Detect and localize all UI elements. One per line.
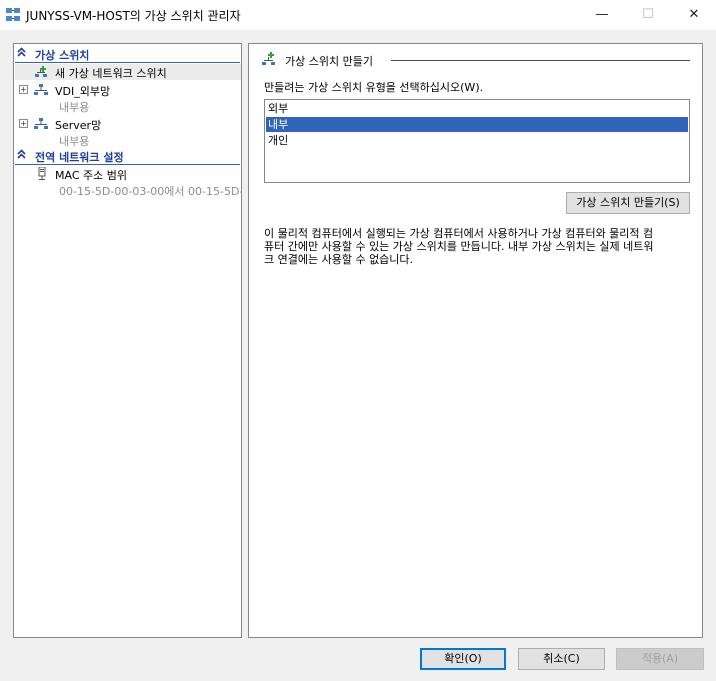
- window-title: JUNYSS-VM-HOST의 가상 스위치 관리자: [26, 9, 241, 23]
- switch-item-server[interactable]: + Server망 내부용: [15, 116, 241, 150]
- switch-type-description: 이 물리적 컴퓨터에서 실행되는 가상 컴퓨터에서 사용하거나 가상 컴퓨터와 …: [264, 227, 654, 266]
- switch-type: 내부용: [59, 135, 90, 148]
- mac-range-value: 00-15-5D-00-03-00에서 00-15-5D-...: [59, 185, 242, 198]
- section-virtual-switches[interactable]: 가상 스위치: [15, 46, 240, 63]
- title-bar: JUNYSS-VM-HOST의 가상 스위치 관리자 — ☐ ✕: [0, 0, 716, 30]
- ok-button[interactable]: 확인(O): [420, 648, 506, 670]
- switch-type-listbox[interactable]: 외부 내부 개인: [264, 99, 690, 183]
- switch-type-prompt: 만들려는 가상 스위치 유형을 선택하십시오(W).: [264, 81, 484, 94]
- switch-item-vdi[interactable]: + VDI_외부망 내부용: [15, 82, 241, 116]
- section-label: 가상 스위치: [35, 49, 90, 62]
- switch-type: 내부용: [59, 101, 90, 114]
- detail-pane: 가상 스위치 만들기 만들려는 가상 스위치 유형을 선택하십시오(W). 외부…: [248, 43, 703, 638]
- create-switch-button[interactable]: 가상 스위치 만들기(S): [566, 192, 690, 214]
- expand-icon[interactable]: +: [19, 119, 28, 128]
- cancel-button[interactable]: 취소(C): [518, 648, 605, 670]
- minimize-button[interactable]: —: [579, 0, 625, 30]
- collapse-chevron-icon[interactable]: [17, 149, 26, 162]
- mac-range-label: MAC 주소 범위: [55, 169, 127, 182]
- switch-type-option[interactable]: 외부: [266, 101, 688, 116]
- add-switch-icon: [261, 51, 277, 67]
- maximize-button[interactable]: ☐: [625, 0, 671, 30]
- network-switch-icon: [34, 117, 48, 131]
- mac-address-icon: [35, 166, 49, 181]
- close-button[interactable]: ✕: [671, 0, 716, 30]
- network-switch-icon: [34, 83, 48, 97]
- switch-tree-pane: 가상 스위치 새 가상 네트워크 스위치 + VDI_외부망 내부용 + Ser…: [13, 43, 242, 638]
- new-switch-label: 새 가상 네트워크 스위치: [55, 67, 167, 80]
- vswitch-manager-icon: [6, 8, 20, 22]
- switch-type-option-selected[interactable]: 내부: [266, 117, 688, 132]
- section-label: 전역 네트워크 설정: [35, 151, 124, 164]
- switch-type-option[interactable]: 개인: [266, 133, 688, 148]
- collapse-chevron-icon[interactable]: [17, 47, 26, 60]
- mac-address-range-item[interactable]: MAC 주소 범위 00-15-5D-00-03-00에서 00-15-5D-.…: [15, 166, 242, 200]
- expand-icon[interactable]: +: [19, 85, 28, 94]
- group-title: 가상 스위치 만들기: [285, 55, 373, 68]
- new-virtual-switch-item[interactable]: 새 가상 네트워크 스위치: [15, 64, 241, 80]
- group-divider: [391, 60, 690, 61]
- apply-button[interactable]: 적용(A): [616, 648, 704, 670]
- add-switch-icon: [34, 65, 48, 79]
- switch-name: Server망: [55, 119, 102, 132]
- section-global-network-settings[interactable]: 전역 네트워크 설정: [15, 148, 240, 165]
- switch-name: VDI_외부망: [55, 85, 111, 98]
